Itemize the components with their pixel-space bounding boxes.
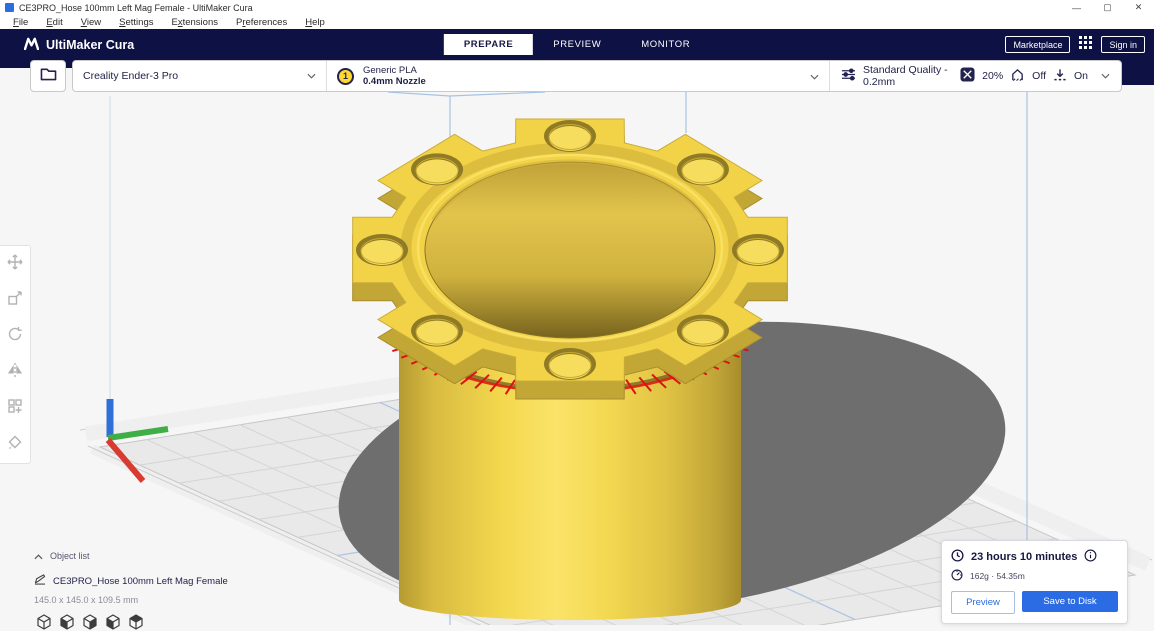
infill-value: 20% (982, 70, 1003, 82)
tab-monitor[interactable]: MONITOR (621, 34, 710, 55)
configuration-bar: Creality Ender-3 Pro 1 Generic PLA 0.4mm… (72, 60, 1122, 92)
chevron-down-icon (307, 70, 316, 82)
sliders-icon (841, 68, 856, 84)
header-extension-right (1120, 60, 1154, 85)
mirror-tool-button[interactable] (7, 362, 23, 383)
stage-tabs: PREPAREPREVIEWMONITOR (444, 29, 710, 60)
menu-settings[interactable]: Settings (110, 17, 162, 28)
menu-bar: FileEditViewSettingsExtensionsPreference… (0, 15, 1154, 30)
menu-help[interactable]: Help (296, 17, 334, 28)
menu-extensions[interactable]: Extensions (163, 17, 227, 28)
folder-icon (40, 66, 57, 86)
sign-in-button[interactable]: Sign in (1101, 36, 1145, 53)
material-selector[interactable]: 1 Generic PLA 0.4mm Nozzle (326, 61, 829, 91)
open-file-button[interactable] (30, 60, 66, 92)
object-list-item[interactable]: CE3PRO_Hose 100mm Left Mag Female (34, 572, 228, 590)
infill-icon (960, 67, 975, 85)
print-summary-panel: 23 hours 10 minutes 162g · 54.35m Previe… (941, 540, 1128, 624)
material-name: Generic PLA (363, 65, 426, 76)
model-dimensions: 145.0 x 145.0 x 109.5 mm (34, 595, 228, 605)
tool-panel (0, 245, 31, 464)
per-model-settings-tool-button[interactable] (7, 398, 23, 419)
clock-icon (951, 549, 964, 565)
menu-preferences[interactable]: Preferences (227, 17, 296, 28)
scale-tool-button[interactable] (7, 290, 23, 311)
maximize-button[interactable]: ▢ (1092, 0, 1123, 15)
model-filename: CE3PRO_Hose 100mm Left Mag Female (53, 576, 228, 587)
support-blocker-tool-button[interactable] (7, 434, 23, 455)
extruder-badge: 1 (337, 68, 354, 85)
view-top-button[interactable] (80, 612, 99, 631)
window-title: CE3PRO_Hose 100mm Left Mag Female - Ulti… (19, 3, 253, 13)
print-time: 23 hours 10 minutes (971, 551, 1077, 563)
move-tool-button[interactable] (7, 254, 23, 275)
support-value: Off (1032, 70, 1046, 82)
close-button[interactable]: ✕ (1123, 0, 1154, 15)
app-icon (5, 3, 14, 12)
print-settings-selector[interactable]: Standard Quality - 0.2mm 20% Off On (829, 61, 1121, 91)
chevron-down-icon (810, 67, 819, 85)
printer-selector[interactable]: Creality Ender-3 Pro (73, 61, 326, 91)
brand-name: UltiMaker Cura (46, 38, 134, 52)
profile-name: Standard Quality - 0.2mm (863, 64, 953, 88)
title-bar: CE3PRO_Hose 100mm Left Mag Female - Ulti… (0, 0, 1154, 15)
minimize-button[interactable]: — (1061, 0, 1092, 15)
nozzle-size: 0.4mm Nozzle (363, 76, 426, 87)
info-icon[interactable] (1084, 549, 1097, 565)
menu-edit[interactable]: Edit (37, 17, 71, 28)
main-header: UltiMaker Cura PREPAREPREVIEWMONITOR Mar… (0, 29, 1154, 60)
support-icon (1010, 68, 1025, 85)
chevron-down-icon[interactable] (1101, 70, 1110, 82)
pencil-icon (34, 572, 46, 590)
material-usage: 162g · 54.35m (970, 571, 1025, 581)
preview-button[interactable]: Preview (951, 591, 1015, 614)
view-left-button[interactable] (103, 612, 122, 631)
menu-file[interactable]: File (4, 17, 37, 28)
object-list-toggle[interactable]: Object list (34, 547, 228, 565)
adhesion-icon (1053, 68, 1067, 85)
view-right-button[interactable] (126, 612, 145, 631)
view-front-button[interactable] (57, 612, 76, 631)
menu-view[interactable]: View (72, 17, 110, 28)
ultimaker-logo-icon (24, 37, 39, 53)
tab-preview[interactable]: PREVIEW (533, 34, 621, 55)
rotate-tool-button[interactable] (7, 326, 23, 347)
camera-view-buttons (34, 612, 228, 631)
marketplace-button[interactable]: Marketplace (1005, 36, 1070, 53)
brand: UltiMaker Cura (24, 37, 134, 53)
adhesion-value: On (1074, 70, 1088, 82)
view-3d-button[interactable] (34, 612, 53, 631)
object-list-panel: Object list CE3PRO_Hose 100mm Left Mag F… (34, 547, 228, 631)
apps-grid-icon[interactable] (1079, 36, 1092, 54)
save-to-disk-button[interactable]: Save to Disk (1022, 591, 1118, 612)
gauge-icon (951, 569, 963, 583)
printer-name: Creality Ender-3 Pro (83, 70, 178, 82)
chevron-up-icon (34, 547, 43, 565)
tab-prepare[interactable]: PREPARE (444, 34, 533, 55)
